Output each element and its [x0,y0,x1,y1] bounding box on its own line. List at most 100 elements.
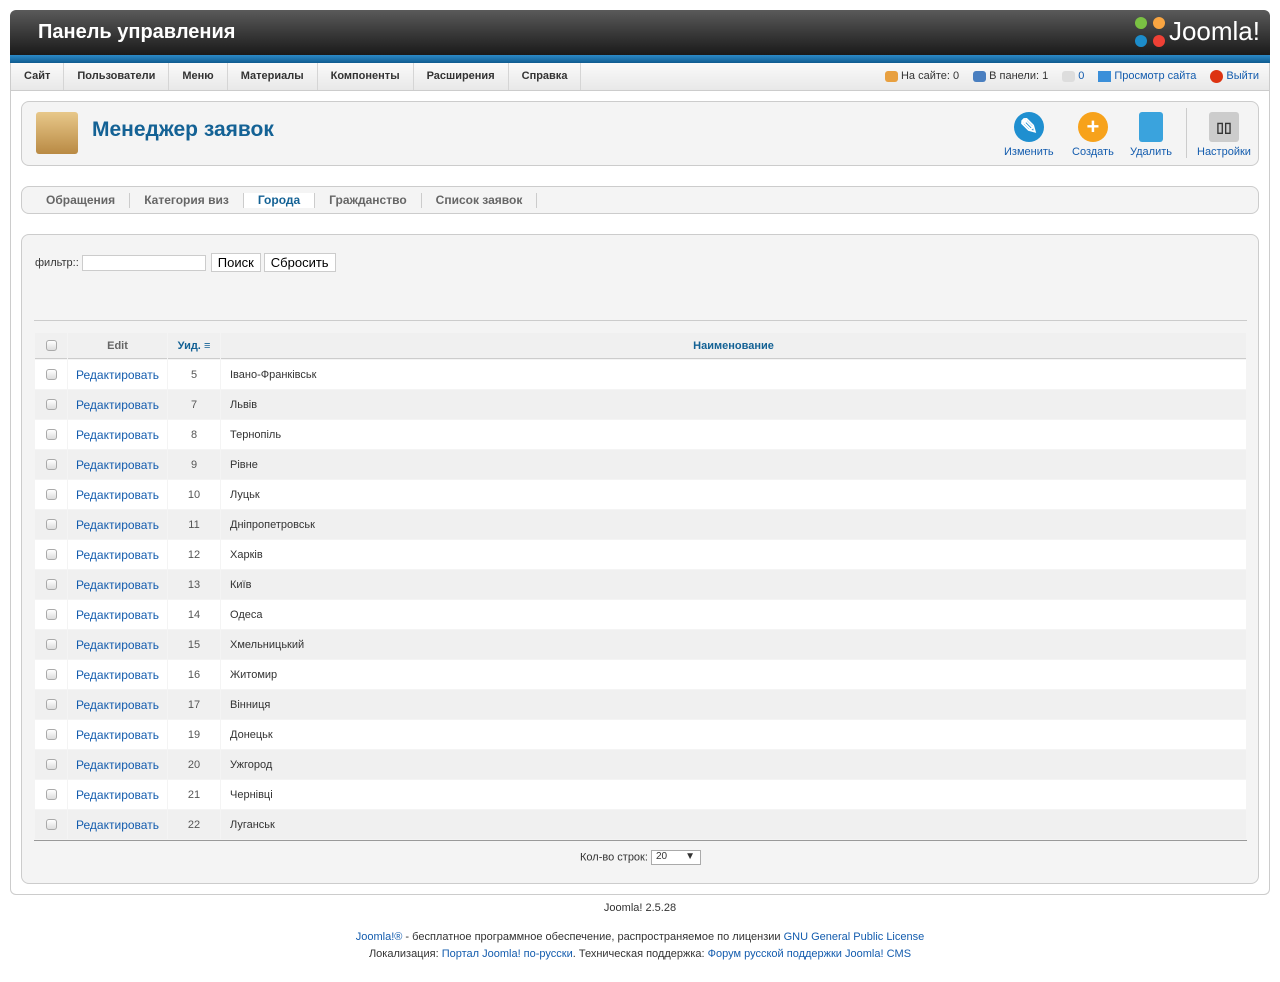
edit-cell: Редактировать [68,720,167,749]
row-checkbox[interactable] [45,669,57,680]
edit-link[interactable]: Редактировать [76,728,159,742]
name-cell: Дніпропетровськ [221,510,1246,539]
id-header[interactable]: Уид. ≡ [168,333,220,359]
row-checkbox[interactable] [45,369,57,380]
name-cell: Одеса [221,600,1246,629]
id-cell: 17 [168,690,220,719]
row-checkbox[interactable] [45,459,57,470]
name-cell: Луцьк [221,480,1246,509]
row-checkbox[interactable] [45,819,57,830]
menu-site[interactable]: Сайт [11,63,65,90]
edit-link[interactable]: Редактировать [76,398,159,412]
select-all-checkbox[interactable] [45,340,57,351]
id-header-label: Уид. [177,339,201,352]
name-cell: Київ [221,570,1246,599]
row-select-cell [35,810,67,839]
edit-cell: Редактировать [68,780,167,809]
row-select-cell [35,630,67,659]
search-button[interactable]: Поиск [210,253,261,272]
edit-link[interactable]: Редактировать [76,818,159,832]
edit-cell: Редактировать [68,480,167,509]
joomla-link[interactable]: Joomla!® [356,931,403,943]
row-checkbox[interactable] [45,579,57,590]
portal-link[interactable]: Портал Joomla! по-русски [442,948,573,960]
sort-icon: ≡ [203,339,211,352]
tab-appeals[interactable]: Обращения [32,193,131,208]
row-checkbox[interactable] [45,789,57,800]
name-header[interactable]: Наименование [221,333,1246,359]
row-select-cell [35,480,67,509]
row-select-cell [35,660,67,689]
edit-link[interactable]: Редактировать [76,578,159,592]
edit-link[interactable]: Редактировать [76,698,159,712]
filter-input[interactable] [81,254,206,271]
row-checkbox[interactable] [45,489,57,500]
edit-link[interactable]: Редактировать [76,368,159,382]
edit-link[interactable]: Редактировать [76,458,159,472]
menu-users[interactable]: Пользователи [64,63,170,90]
menu-extensions[interactable]: Расширения [414,63,509,90]
options-button[interactable]: ▯▯ Настройки [1197,112,1251,158]
menu-help[interactable]: Справка [509,63,582,90]
tab-citizenship[interactable]: Гражданство [315,193,422,208]
forum-link[interactable]: Форум русской поддержки Joomla! CMS [708,948,911,960]
edit-link[interactable]: Редактировать [76,428,159,442]
name-cell: Тернопіль [221,420,1246,449]
edit-button[interactable]: ✎ Изменить [1004,112,1054,158]
name-cell: Житомир [221,660,1246,689]
tab-visa-categories[interactable]: Категория виз [130,193,244,208]
main-menu: Сайт Пользователи Меню Материалы Компоне… [10,63,1270,91]
footer: Joomla! 2.5.28 Joomla!® - бесплатное про… [0,900,1280,963]
edit-link[interactable]: Редактировать [76,548,159,562]
edit-link[interactable]: Редактировать [76,668,159,682]
name-cell: Хмельницький [221,630,1246,659]
edit-cell: Редактировать [68,630,167,659]
tab-applications[interactable]: Список заявок [422,193,538,208]
edit-link[interactable]: Редактировать [76,608,159,622]
reset-button[interactable]: Сбросить [263,253,336,272]
row-checkbox[interactable] [45,429,57,440]
row-checkbox[interactable] [45,759,57,770]
edit-link[interactable]: Редактировать [76,518,159,532]
row-checkbox[interactable] [45,609,57,620]
row-select-cell [35,720,67,749]
delete-button[interactable]: Удалить [1130,112,1172,158]
row-checkbox[interactable] [45,729,57,740]
edit-link[interactable]: Редактировать [76,758,159,772]
row-checkbox[interactable] [45,399,57,410]
rows-select[interactable]: 20 ▼ [650,850,701,865]
row-select-cell [35,690,67,719]
id-cell: 20 [168,750,220,779]
options-icon: ▯▯ [1208,112,1239,142]
edit-link[interactable]: Редактировать [76,788,159,802]
loc-text: Локализация: [368,948,442,960]
edit-cell: Редактировать [68,540,167,569]
edit-cell: Редактировать [68,390,167,419]
menu-content[interactable]: Материалы [228,63,318,90]
edit-link[interactable]: Редактировать [76,488,159,502]
edit-link[interactable]: Редактировать [76,638,159,652]
menu-components[interactable]: Компоненты [318,63,414,90]
view-site-link[interactable]: Просмотр сайта [1114,63,1196,90]
id-cell: 21 [168,780,220,809]
logout-link[interactable]: Выйти [1226,63,1259,90]
new-button[interactable]: + Создать [1072,112,1114,158]
edit-cell: Редактировать [68,360,167,389]
header: Панель управления Joomla! [10,10,1270,55]
filter-label: фильтр:: [35,256,79,269]
menu-menus[interactable]: Меню [169,63,228,90]
joomla-logo: Joomla! [1134,16,1260,47]
table-row: Редактировать 13 Київ [35,570,1246,599]
name-cell: Донецьк [221,720,1246,749]
row-checkbox[interactable] [45,549,57,560]
row-checkbox[interactable] [45,639,57,650]
gpl-link[interactable]: GNU General Public License [784,931,925,943]
divider [34,320,1247,321]
edit-label: Изменить [1004,146,1054,158]
tab-cities[interactable]: Города [243,193,316,208]
messages-link[interactable]: 0 [1078,63,1084,90]
row-checkbox[interactable] [45,519,57,530]
id-cell: 11 [168,510,220,539]
id-cell: 14 [168,600,220,629]
row-checkbox[interactable] [45,699,57,710]
